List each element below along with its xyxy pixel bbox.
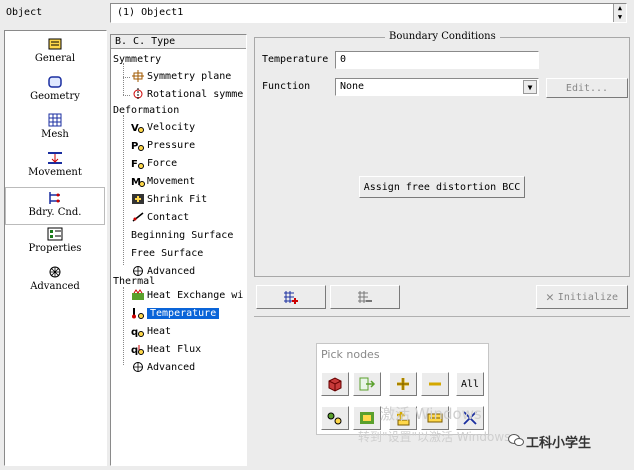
heat-exchange-icon: [132, 289, 144, 300]
contact-icon: [132, 212, 144, 222]
velocity-icon: V: [131, 123, 144, 133]
windows-activation-watermark-sub: 转到"设置"以激活 Windows。: [358, 430, 523, 444]
boundary-conditions-group: Boundary Conditions Temperature 0 Functi…: [254, 31, 630, 277]
general-icon: [48, 38, 62, 50]
nav-advanced[interactable]: Advanced: [5, 265, 105, 301]
tree-item-shrink-fit[interactable]: Shrink Fit: [131, 191, 207, 209]
temperature-icon: [132, 308, 144, 319]
brand-text: 工科小学生: [526, 436, 592, 451]
edit-button[interactable]: Edit...: [546, 78, 628, 98]
nav-geometry[interactable]: Geometry: [5, 75, 105, 111]
symmetry-plane-icon: [132, 70, 144, 82]
temperature-input[interactable]: 0: [335, 51, 539, 69]
box-select-icon: [360, 412, 374, 424]
nav-mesh[interactable]: Mesh: [5, 113, 105, 149]
svg-text:P: P: [131, 141, 138, 151]
pick-box-button[interactable]: [353, 406, 381, 430]
tree-item-heat-exchange[interactable]: Heat Exchange wi: [131, 287, 243, 305]
heat-icon: q: [131, 327, 144, 337]
svg-text:F: F: [131, 159, 138, 169]
remove-node-icon: [358, 291, 372, 303]
geometry-icon: [48, 76, 62, 88]
tree-group-symmetry[interactable]: Symmetry: [113, 51, 161, 69]
svg-text:V: V: [131, 123, 139, 133]
bc-group-title: Boundary Conditions: [385, 31, 500, 42]
tree-item-force[interactable]: F Force: [131, 155, 177, 173]
chevron-down-icon[interactable]: ▼: [523, 80, 537, 94]
wechat-icon: [508, 433, 524, 450]
force-icon: F: [131, 159, 144, 169]
shrink-fit-icon: [132, 194, 144, 204]
add-bc-button[interactable]: [256, 285, 326, 309]
assign-free-distortion-button[interactable]: Assign free distortion BCC: [359, 176, 525, 198]
minus-icon: [429, 382, 441, 386]
tree-item-free-surface[interactable]: Free Surface: [131, 245, 203, 263]
arrow-right-icon: [359, 377, 376, 391]
tree-item-temperature[interactable]: Temperature: [131, 305, 220, 323]
plus-icon: [397, 378, 409, 390]
cube-icon: [328, 377, 342, 392]
object-spin-icon[interactable]: ▲ ▼: [613, 4, 626, 22]
pick-surface-button[interactable]: [321, 372, 349, 396]
tree-item-contact[interactable]: Contact: [131, 209, 189, 227]
svg-text:q: q: [131, 327, 138, 337]
pick-add-arrow-button[interactable]: [353, 372, 381, 396]
mesh-icon: [48, 113, 62, 127]
initialize-button[interactable]: ✕ Initialize: [536, 285, 628, 309]
delete-bc-button[interactable]: [330, 285, 400, 309]
function-select[interactable]: None ▼: [335, 78, 539, 96]
properties-icon: [47, 227, 63, 241]
windows-activation-watermark: 激活 Windows: [380, 405, 482, 423]
bc-type-tree[interactable]: B. C. Type Symmetry Symmetry plane Rotat…: [110, 34, 247, 466]
nav-properties[interactable]: Properties: [5, 227, 105, 263]
tree-item-heat-flux[interactable]: q Heat Flux: [131, 341, 201, 359]
boundary-icon: [49, 192, 60, 204]
movement-bc-icon: M: [131, 177, 145, 187]
movement-icon: [48, 152, 62, 164]
rotational-symmetry-icon: [133, 88, 143, 100]
object-selector[interactable]: (1) Object1 ▲ ▼: [110, 3, 627, 23]
divider: [254, 316, 630, 318]
tree-item-beginning-surface[interactable]: Beginning Surface: [131, 227, 233, 245]
svg-text:q: q: [131, 345, 138, 355]
tree-item-velocity[interactable]: V Velocity: [131, 119, 195, 137]
function-label: Function: [262, 81, 311, 92]
tree-item-heat[interactable]: q Heat: [131, 323, 171, 341]
object-label: Object: [6, 7, 43, 18]
pick-node-button[interactable]: [321, 406, 349, 430]
nodes-icon: [327, 412, 342, 425]
add-node-icon: [284, 291, 298, 304]
tree-item-advanced-thermal[interactable]: Advanced: [131, 359, 195, 377]
nav-bdry-cnd[interactable]: Bdry. Cnd.: [5, 187, 105, 225]
pick-nodes-title: Pick nodes: [321, 348, 380, 361]
tree-item-pressure[interactable]: P Pressure: [131, 137, 195, 155]
close-icon: ✕: [545, 289, 554, 305]
left-nav: General Geometry Mesh Movement Bdry. Cnd…: [4, 30, 107, 466]
tree-item-movement[interactable]: M Movement: [131, 173, 195, 191]
pressure-icon: P: [131, 141, 144, 151]
add-node-button[interactable]: [389, 372, 417, 396]
function-value: None: [340, 81, 365, 92]
select-all-button[interactable]: All: [456, 372, 484, 396]
tree-header: B. C. Type: [111, 35, 246, 49]
object-value: (1) Object1: [117, 7, 184, 18]
tree-item-symmetry-plane[interactable]: Symmetry plane: [131, 68, 231, 86]
nav-movement[interactable]: Movement: [5, 151, 105, 187]
advanced-thermal-icon: [133, 362, 143, 372]
temperature-label: Temperature: [262, 54, 329, 65]
heat-flux-icon: q: [131, 345, 144, 355]
advanced-icon: [49, 266, 61, 278]
nav-general[interactable]: General: [5, 37, 105, 73]
remove-node-button[interactable]: [421, 372, 449, 396]
